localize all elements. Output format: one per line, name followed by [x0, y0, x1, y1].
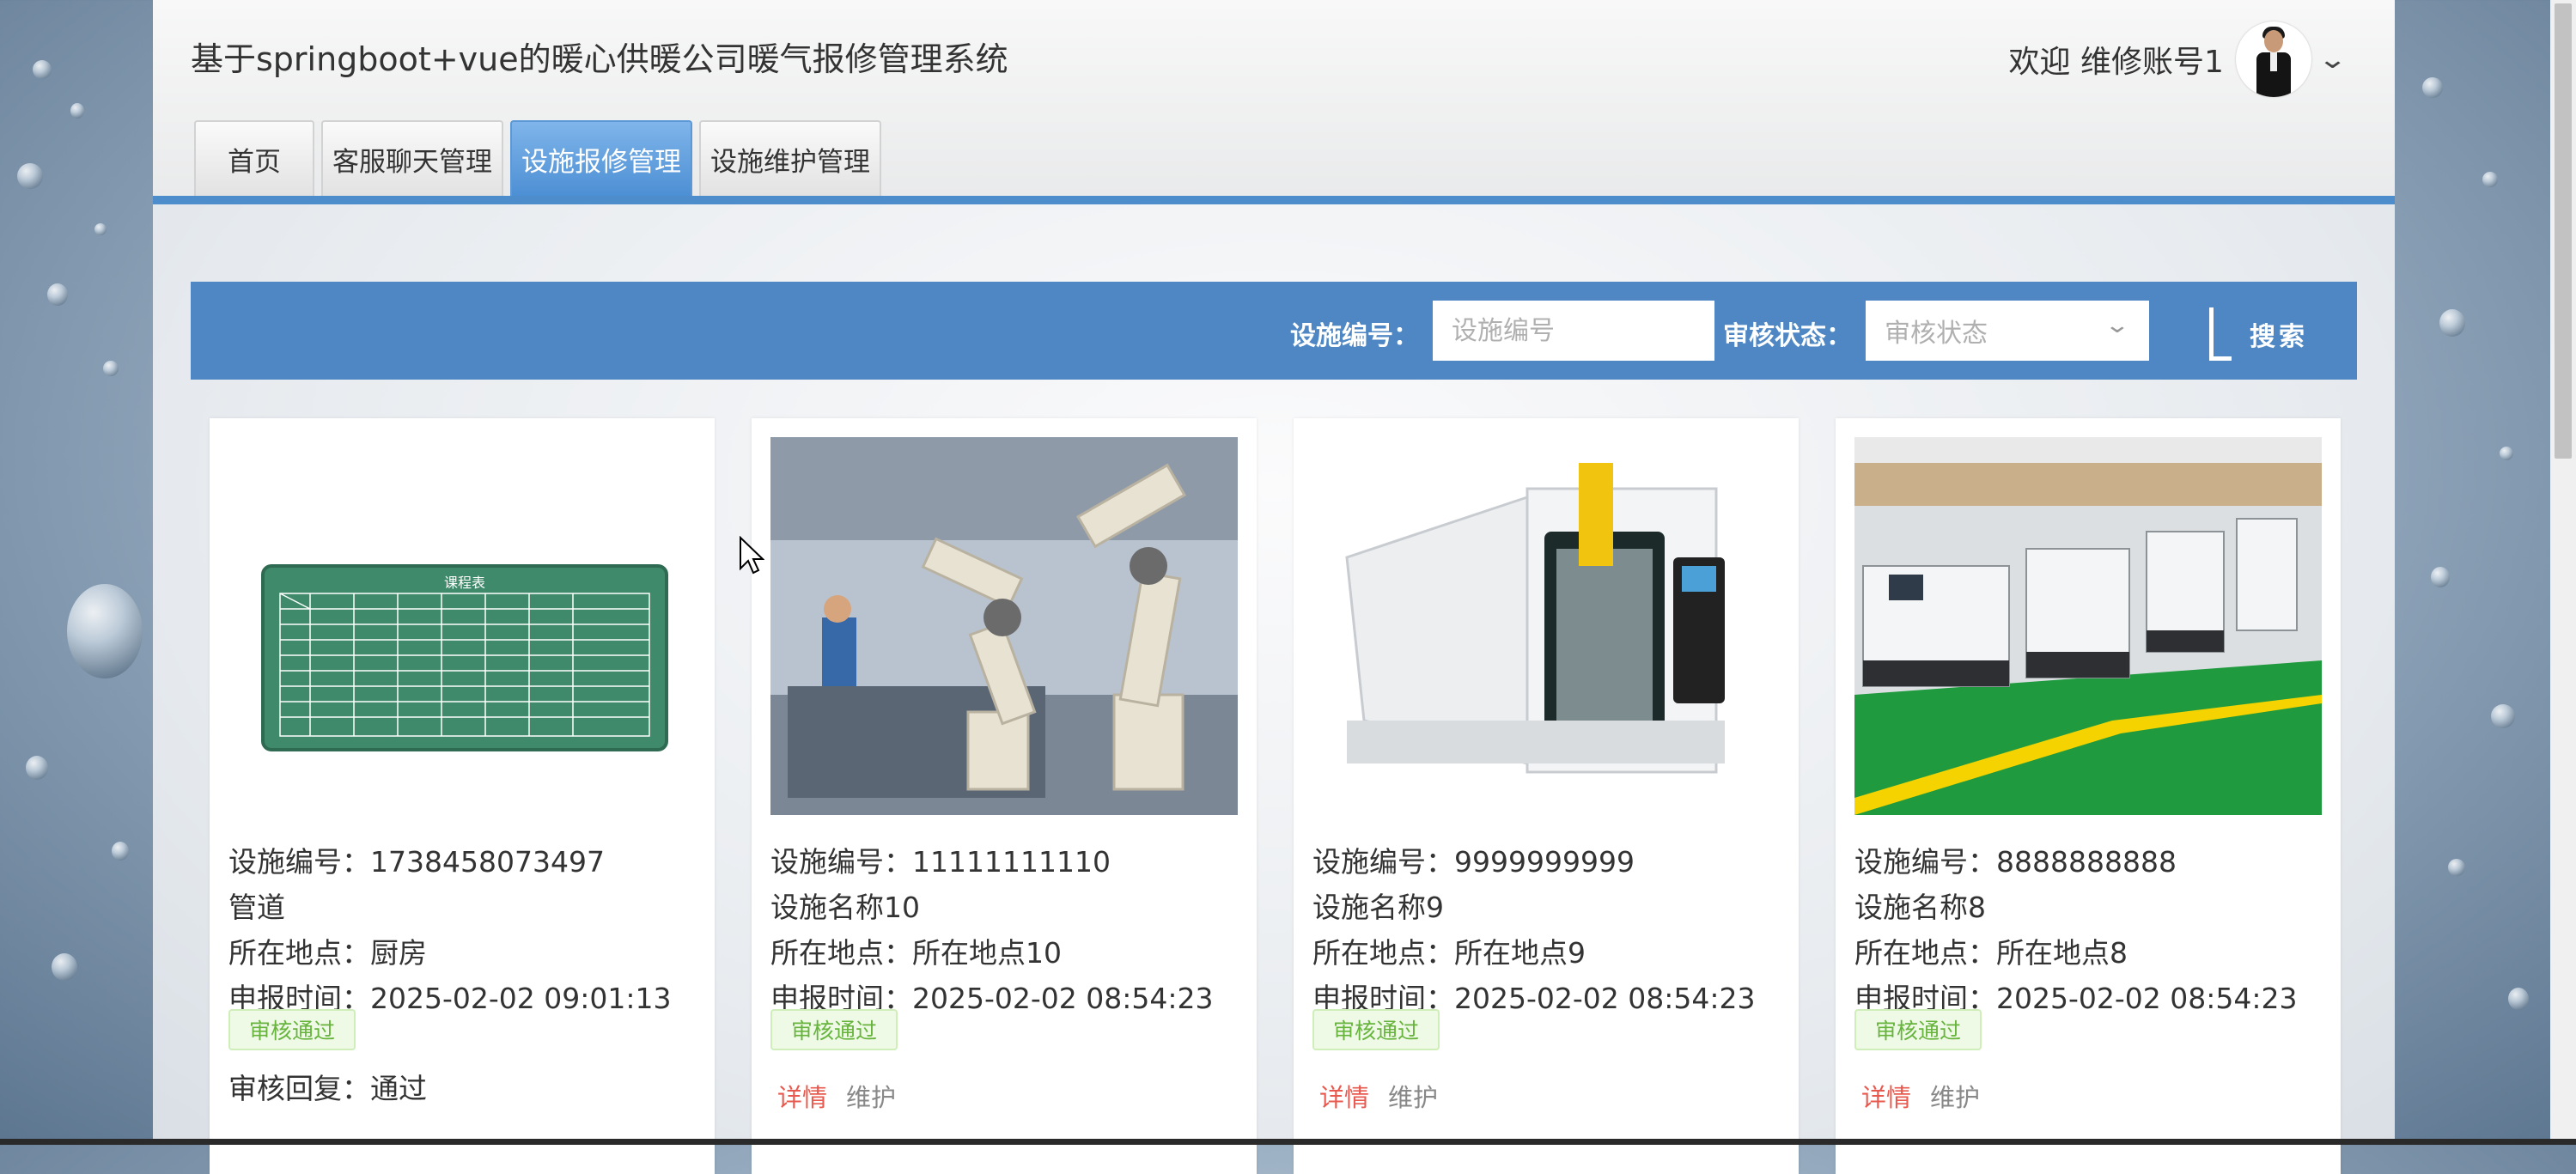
page-scrollbar[interactable]: [2550, 0, 2576, 1145]
search-button[interactable]: 搜索: [2209, 307, 2308, 361]
nav-tabs: 首页 客服聊天管理 设施报修管理 设施维护管理: [194, 120, 881, 196]
facility-name: 设施名称9: [1312, 891, 1444, 924]
facility-location: 所在地点：所在地点8: [1854, 936, 2128, 970]
tab-chat-management[interactable]: 客服聊天管理: [321, 120, 503, 196]
status-badge: 审核通过: [1312, 1009, 1440, 1050]
tab-repair-management[interactable]: 设施报修管理: [510, 120, 692, 196]
schedule-board-image: 课程表: [228, 437, 696, 815]
facility-code-label: 设施编号：: [1290, 321, 1419, 351]
mouse-cursor-icon: [740, 536, 764, 575]
svg-text:课程表: 课程表: [444, 575, 485, 591]
facility-name: 设施名称8: [1854, 891, 1986, 924]
search-button-label: 搜索: [2250, 322, 2308, 352]
facility-code: 设施编号：9999999999: [1312, 845, 1635, 879]
facility-name: 管道: [228, 891, 285, 924]
status-badge: 审核通过: [228, 1009, 356, 1050]
factory-workshop-image: [1854, 437, 2322, 815]
detail-link[interactable]: 详情: [777, 1078, 827, 1114]
facility-card[interactable]: 设施编号：8888888888 设施名称8 所在地点：所在地点8 申报时间：20…: [1836, 418, 2341, 1174]
facility-location: 所在地点：所在地点10: [770, 936, 1062, 970]
detail-link[interactable]: 详情: [1319, 1078, 1369, 1114]
facility-location: 所在地点：厨房: [228, 936, 427, 970]
audit-status-select[interactable]: 审核状态 ⌄: [1866, 301, 2149, 361]
header-divider: [153, 196, 2395, 204]
search-bar: 设施编号： 审核状态： 审核状态 ⌄ 搜索: [191, 282, 2357, 380]
maintain-link[interactable]: 维护: [1388, 1078, 1438, 1114]
audit-status-label: 审核状态：: [1723, 321, 1852, 351]
facility-code: 设施编号：8888888888: [1854, 845, 2177, 879]
facility-code: 设施编号：1738458073497: [228, 845, 605, 879]
tab-maintenance-management[interactable]: 设施维护管理: [699, 120, 881, 196]
user-menu[interactable]: 欢迎 维修账号1 ⌄: [2008, 21, 2348, 98]
cnc-machine-image: [1312, 437, 1780, 815]
detail-link[interactable]: 详情: [1861, 1078, 1911, 1114]
site-title: 基于springboot+vue的暖心供暖公司暖气报修管理系统: [191, 40, 1008, 78]
facility-card[interactable]: 课程表 设施编号：1738458073497 管道 所在地点：厨房 申报时间：2…: [210, 418, 715, 1174]
chevron-down-icon[interactable]: ⌄: [2317, 45, 2348, 75]
audit-status-placeholder: 审核状态: [1885, 319, 1988, 349]
facility-location: 所在地点：所在地点9: [1312, 936, 1586, 970]
window-bottom-edge: [0, 1139, 2576, 1145]
main-content: 设施编号： 审核状态： 审核状态 ⌄ 搜索 课程表: [153, 204, 2395, 1174]
facility-code-input[interactable]: [1433, 301, 1714, 361]
audit-reply: 审核回复：通过: [228, 1072, 427, 1105]
facility-name: 设施名称10: [770, 891, 920, 924]
avatar[interactable]: [2235, 21, 2311, 97]
facility-card[interactable]: 设施编号：11111111110 设施名称10 所在地点：所在地点10 申报时间…: [752, 418, 1257, 1174]
chevron-down-icon: ⌄: [2104, 313, 2131, 338]
top-header: 基于springboot+vue的暖心供暖公司暖气报修管理系统 欢迎 维修账号1…: [153, 0, 2395, 198]
maintain-link[interactable]: 维护: [1930, 1078, 1980, 1114]
facility-code: 设施编号：11111111110: [770, 845, 1111, 879]
facility-card[interactable]: 设施编号：9999999999 设施名称9 所在地点：所在地点9 申报时间：20…: [1294, 418, 1799, 1174]
welcome-text: 欢迎 维修账号1: [2008, 45, 2224, 80]
app-container: 基于springboot+vue的暖心供暖公司暖气报修管理系统 欢迎 维修账号1…: [153, 0, 2395, 1174]
status-badge: 审核通过: [770, 1009, 898, 1050]
tab-home[interactable]: 首页: [194, 120, 314, 196]
maintain-link[interactable]: 维护: [846, 1078, 896, 1114]
scrollbar-thumb[interactable]: [2555, 3, 2572, 459]
status-badge: 审核通过: [1854, 1009, 1982, 1050]
industrial-robot-image: [770, 437, 1238, 815]
